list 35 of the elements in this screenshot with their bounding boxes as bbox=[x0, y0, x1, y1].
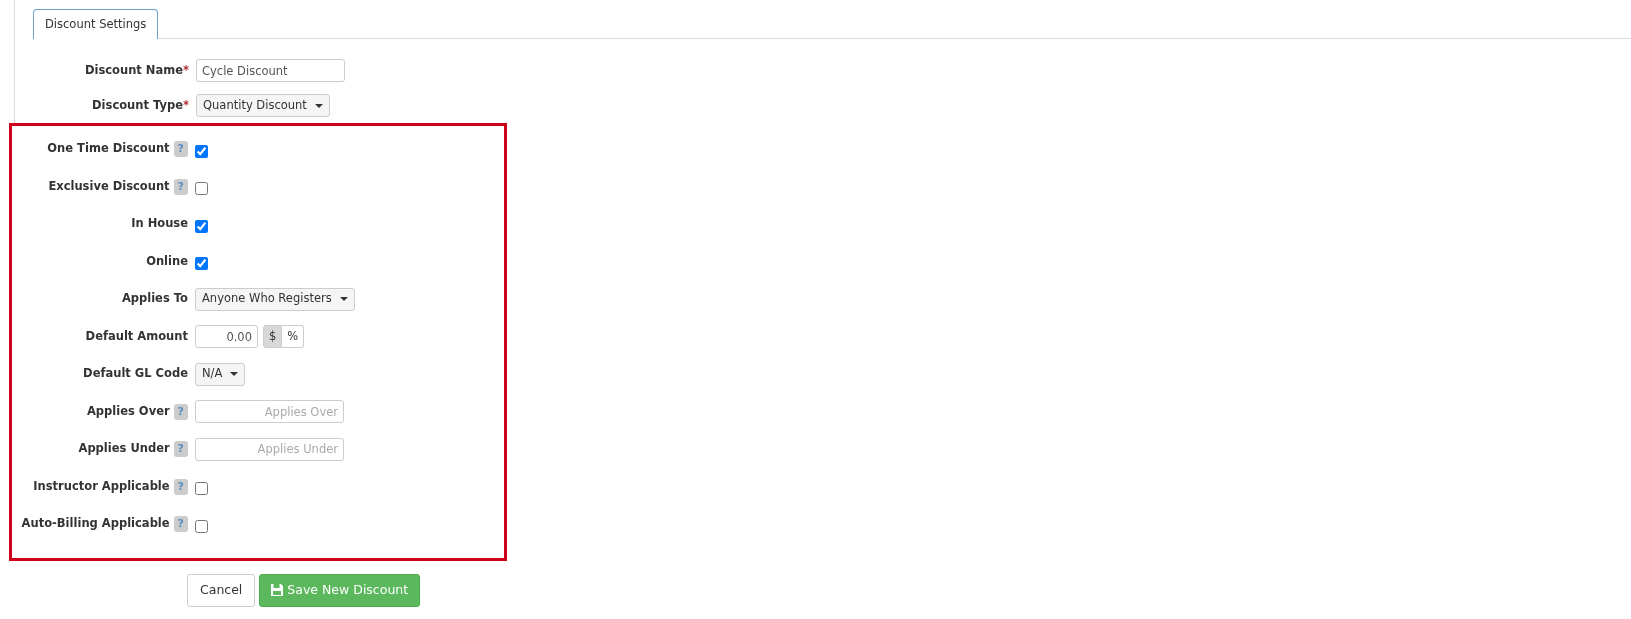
field-label: Instructor Applicable bbox=[33, 477, 170, 495]
checkbox[interactable] bbox=[195, 182, 208, 195]
dropdown[interactable]: Anyone Who Registers bbox=[195, 287, 355, 311]
checkbox[interactable] bbox=[195, 257, 208, 270]
field-label: Default Amount bbox=[85, 327, 188, 345]
tab[interactable]: Discount Settings bbox=[33, 9, 159, 40]
caret-icon bbox=[314, 103, 323, 108]
required-mark: * bbox=[183, 97, 189, 115]
checkbox[interactable] bbox=[195, 519, 208, 533]
field-label: Online bbox=[146, 252, 188, 270]
field-label: Discount Name bbox=[84, 62, 183, 80]
checkbox[interactable] bbox=[195, 482, 208, 495]
field-label: Default GL Code bbox=[83, 365, 188, 383]
cancel-button[interactable]: Cancel bbox=[187, 573, 256, 607]
field-label: In House bbox=[131, 215, 188, 233]
field-label: One Time Discount bbox=[47, 140, 170, 158]
unit-toggle[interactable]: % bbox=[282, 325, 305, 348]
caret-icon bbox=[230, 372, 239, 376]
field-label: Exclusive Discount bbox=[48, 177, 170, 195]
checkbox[interactable] bbox=[195, 219, 208, 233]
caret-icon bbox=[339, 297, 348, 301]
dropdown[interactable]: Quantity Discount bbox=[196, 94, 330, 118]
number-field[interactable]: Applies Under bbox=[195, 437, 344, 461]
text-field[interactable]: Cycle Discount bbox=[196, 59, 345, 83]
required-mark: * bbox=[183, 62, 189, 80]
checkbox[interactable] bbox=[195, 144, 208, 158]
field-label: Applies Under bbox=[78, 440, 170, 458]
number-field[interactable]: Applies Over bbox=[195, 400, 344, 423]
field-label: Discount Type bbox=[92, 97, 183, 115]
dropdown[interactable]: N/A bbox=[195, 362, 246, 386]
field-label: Auto-Billing Applicable bbox=[21, 515, 170, 533]
field-label: Applies To bbox=[121, 290, 188, 308]
field-label: Applies Over bbox=[86, 402, 170, 420]
unit-toggle[interactable]: $ bbox=[263, 325, 283, 348]
amount-field[interactable]: 0.00 bbox=[195, 325, 258, 348]
